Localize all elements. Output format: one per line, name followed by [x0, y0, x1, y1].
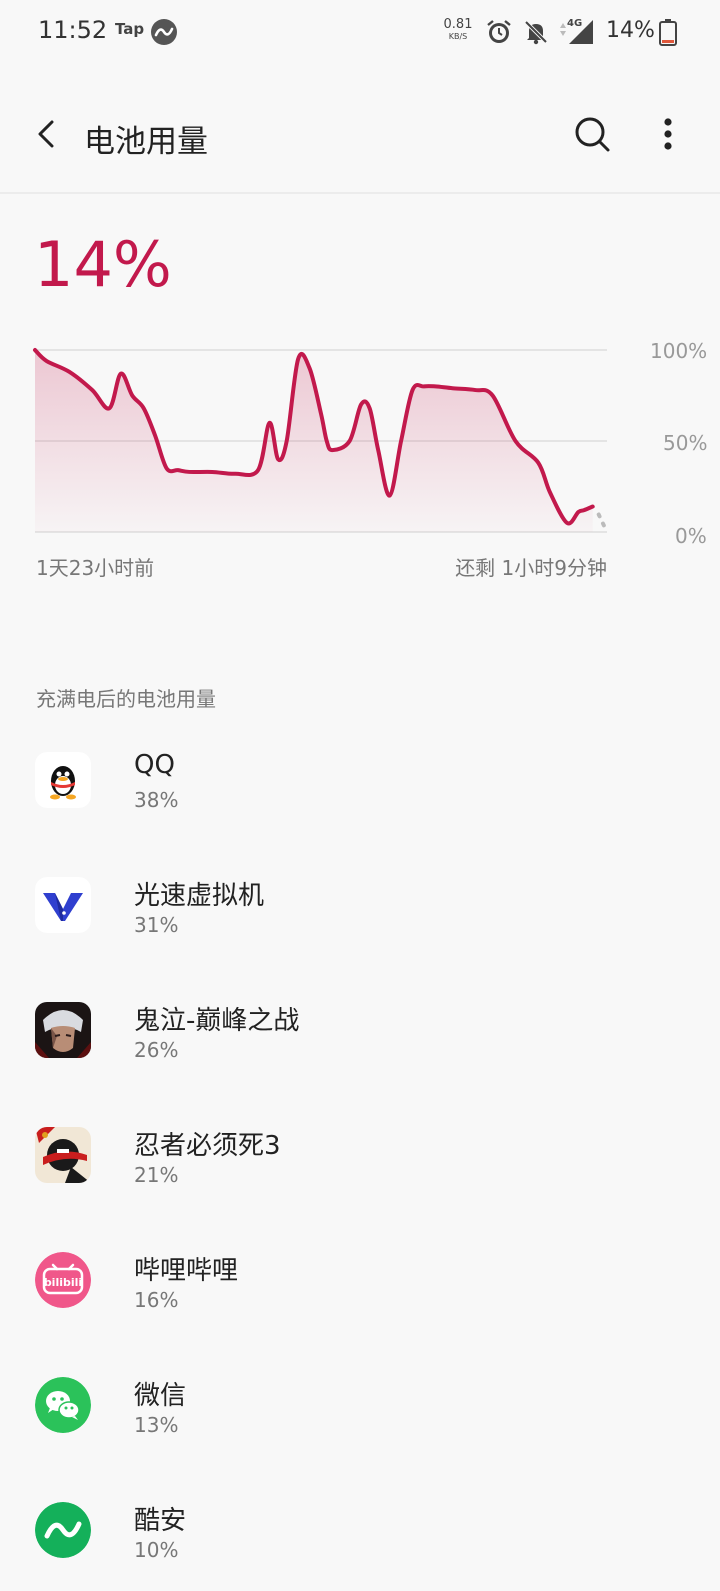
search-icon[interactable]: [568, 110, 616, 158]
chart-forecast-line: [596, 512, 609, 534]
battery-percent-text: 14%: [606, 18, 655, 43]
vmos-icon: [35, 877, 91, 933]
coolapk-notification-icon: [151, 19, 177, 45]
app-usage-percent: 38%: [134, 788, 179, 812]
app-name: 鬼泣-巅峰之战: [134, 1006, 300, 1036]
network-speed-value: 0.81: [443, 17, 473, 32]
app-name: 光速虚拟机: [134, 881, 265, 911]
ninja-icon: [35, 1127, 91, 1183]
app-usage-list: QQ 38% 光速虚拟机 31% 鬼泣-巅峰之战 26% 忍者必须死3 21% …: [0, 716, 720, 1591]
section-header: 充满电后的电池用量: [36, 687, 216, 711]
battery-level: 14%: [34, 228, 172, 301]
list-item-devil-may-cry[interactable]: 鬼泣-巅峰之战 26%: [0, 966, 720, 1091]
app-usage-percent: 26%: [134, 1038, 179, 1062]
wechat-icon: [35, 1377, 91, 1433]
tap-notification-icon: Tap: [115, 20, 145, 38]
status-bar: 11:52 Tap 0.81 KB/S 4G 14%: [0, 0, 720, 64]
list-item-wechat[interactable]: 微信 13%: [0, 1341, 720, 1466]
network-speed: 0.81 KB/S: [443, 18, 473, 41]
app-usage-percent: 16%: [134, 1288, 179, 1312]
list-item-ninja[interactable]: 忍者必须死3 21%: [0, 1091, 720, 1216]
app-name: 微信: [134, 1381, 187, 1411]
y-tick-label: 100%: [650, 339, 708, 363]
y-tick-label: 0%: [675, 524, 707, 548]
list-item-vmos[interactable]: 光速虚拟机 31%: [0, 841, 720, 966]
bell-off-icon: [524, 20, 548, 45]
bilibili-icon-text: bilibili: [44, 1276, 82, 1289]
coolapk-icon: [35, 1502, 91, 1558]
list-item-bilibili[interactable]: bilibili 哔哩哔哩 16%: [0, 1216, 720, 1341]
app-usage-percent: 21%: [134, 1163, 179, 1187]
app-name: 酷安: [134, 1506, 187, 1536]
back-button[interactable]: [22, 110, 70, 158]
battery-history-chart: [33, 348, 609, 534]
app-name: 哔哩哔哩: [134, 1256, 239, 1286]
chart-start-time: 1天23小时前: [36, 556, 155, 580]
more-options-icon[interactable]: [644, 110, 692, 158]
list-item-coolapk[interactable]: 酷安 10%: [0, 1466, 720, 1591]
alarm-icon: [487, 20, 511, 43]
devil-may-cry-icon: [35, 1002, 91, 1058]
chart-remaining-time: 还剩 1小时9分钟: [455, 556, 607, 580]
battery-icon: [659, 19, 677, 46]
app-bar: 电池用量: [0, 80, 720, 194]
network-speed-unit: KB/S: [448, 32, 468, 41]
bilibili-icon: bilibili: [35, 1252, 91, 1308]
signal-icon: 4G: [560, 18, 593, 44]
status-time: 11:52: [38, 16, 108, 44]
app-name: QQ: [134, 750, 175, 780]
app-usage-percent: 13%: [134, 1413, 179, 1437]
y-tick-label: 50%: [663, 431, 708, 455]
app-usage-percent: 31%: [134, 913, 179, 937]
list-item-qq[interactable]: QQ 38%: [0, 716, 720, 841]
app-name: 忍者必须死3: [134, 1131, 281, 1161]
qq-icon: [35, 752, 91, 808]
app-usage-percent: 10%: [134, 1538, 179, 1562]
network-type: 4G: [567, 18, 582, 29]
page-title: 电池用量: [84, 124, 208, 160]
